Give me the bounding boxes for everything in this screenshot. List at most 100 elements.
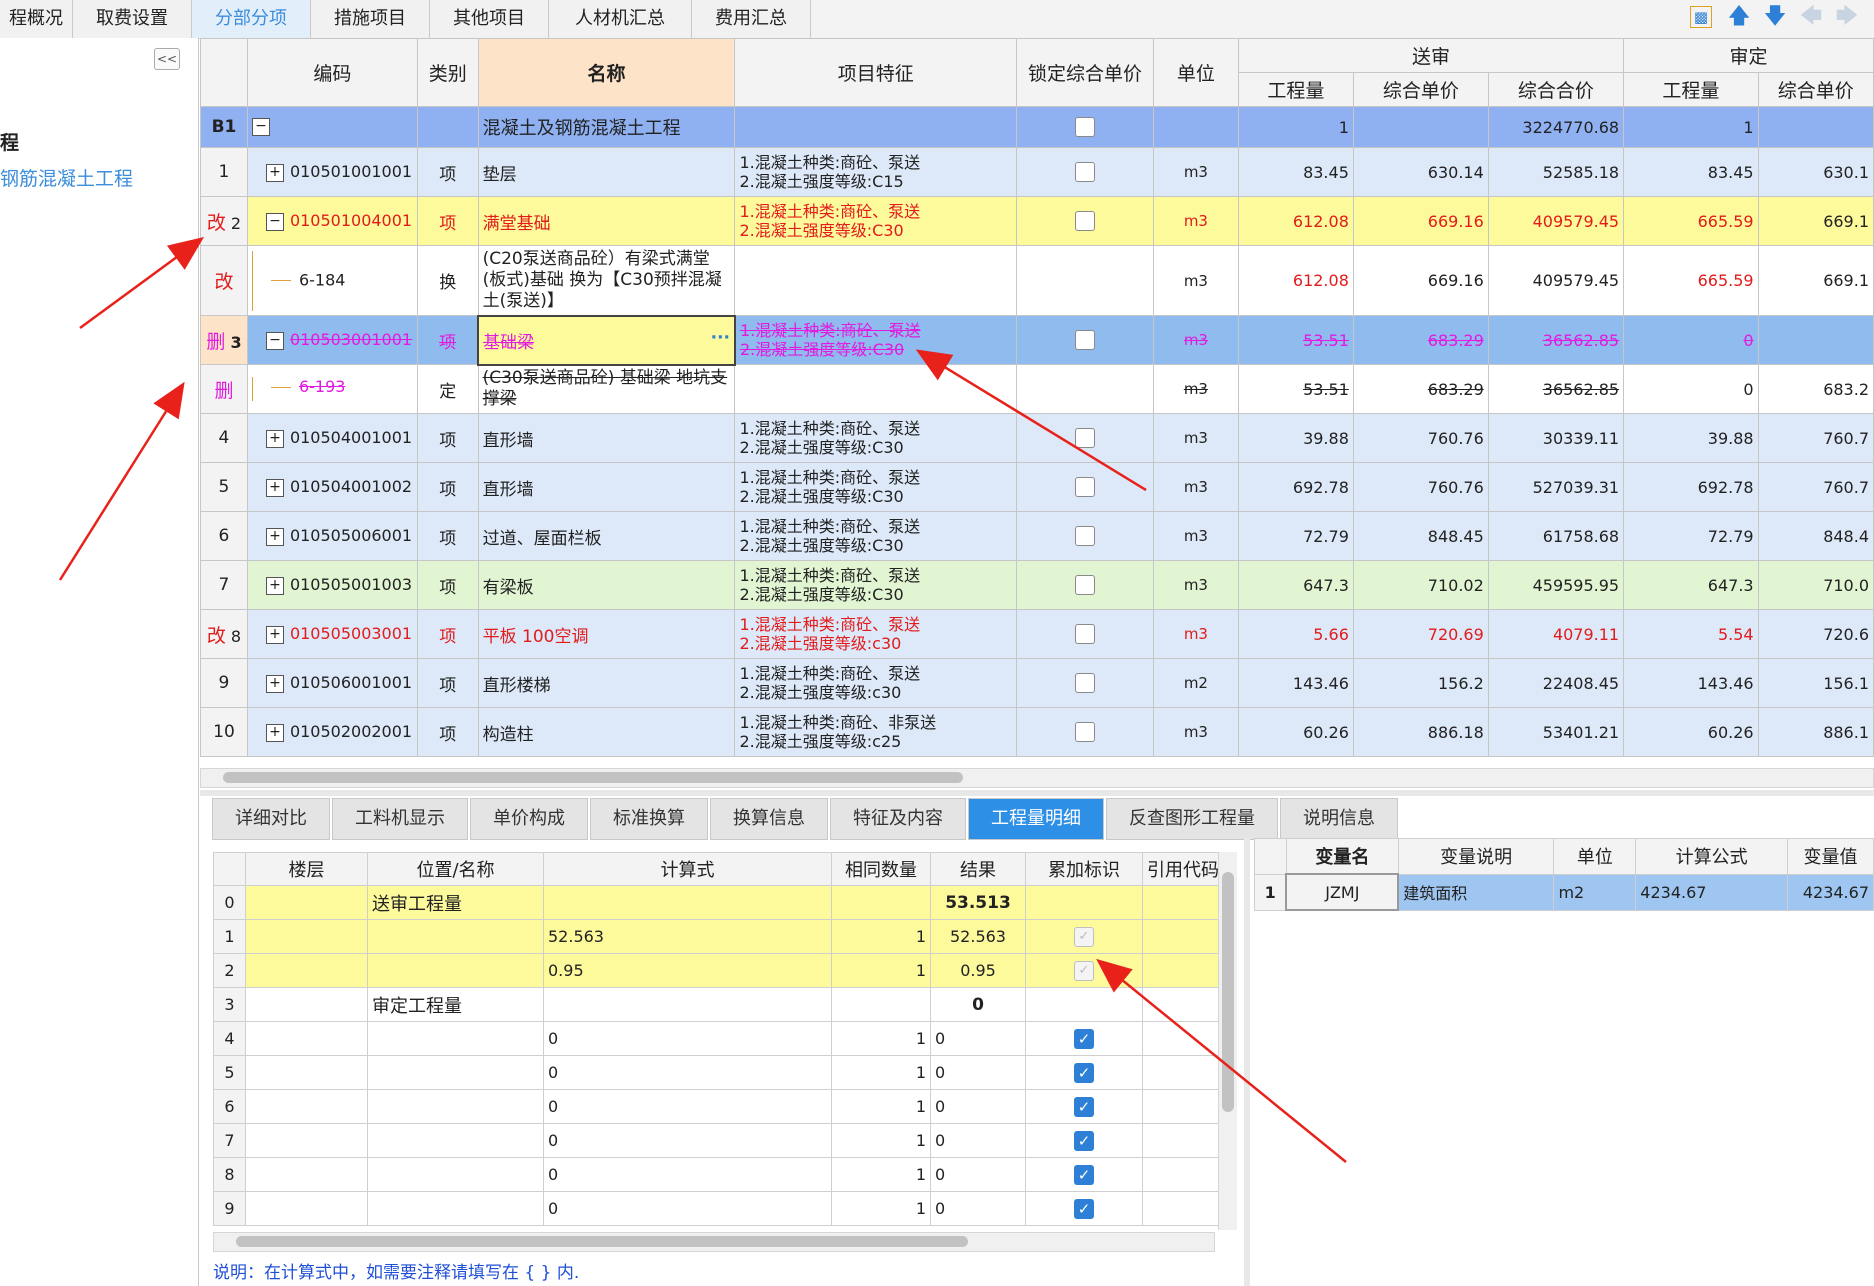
type-cell[interactable]: 项 bbox=[416, 413, 479, 463]
same-count-cell[interactable]: 1 bbox=[831, 1055, 931, 1090]
table-row[interactable]: 9 0 1 0 ✓ bbox=[213, 1191, 1224, 1226]
unit-price-approved-cell[interactable]: 760.7 bbox=[1757, 413, 1874, 463]
accumulate-cell[interactable]: ✓ bbox=[1025, 1055, 1143, 1090]
floor-cell[interactable] bbox=[245, 953, 368, 988]
expand-icon[interactable]: + bbox=[265, 576, 284, 595]
lock-checkbox[interactable] bbox=[1074, 211, 1095, 231]
result-cell[interactable]: 0 bbox=[930, 987, 1026, 1022]
total-cell[interactable]: 4079.11 bbox=[1487, 609, 1625, 659]
qty-cell[interactable]: 53.51 bbox=[1237, 315, 1354, 365]
qty-cell[interactable]: 612.08 bbox=[1237, 196, 1354, 246]
type-cell[interactable]: 项 bbox=[416, 560, 479, 610]
pane-splitter[interactable] bbox=[1244, 838, 1250, 1286]
table-row[interactable]: B1 − 混凝土及钢筋混凝土工程 1 3224770.68 1 bbox=[200, 106, 1874, 148]
arrow-left-icon[interactable]: 🡄 bbox=[1798, 4, 1824, 30]
lock-cell[interactable] bbox=[1016, 315, 1154, 365]
lock-cell[interactable] bbox=[1016, 462, 1154, 512]
table-row[interactable]: 5 0 1 0 ✓ bbox=[213, 1055, 1224, 1090]
lock-checkbox[interactable] bbox=[1074, 526, 1095, 546]
unit-price-cell[interactable]: 710.02 bbox=[1352, 560, 1489, 610]
unit-price-cell[interactable]: 720.69 bbox=[1352, 609, 1489, 659]
qty-cell[interactable]: 72.79 bbox=[1237, 511, 1354, 561]
main-horizontal-scrollbar[interactable] bbox=[200, 768, 1874, 788]
unit-cell[interactable]: m3 bbox=[1152, 462, 1239, 512]
tab-quantity-detail[interactable]: 工程量明细 bbox=[968, 798, 1104, 840]
table-row[interactable]: 删 3 −010503001001 项 基础梁 ··· 1.混凝土种类:商砼、泵送… bbox=[200, 314, 1874, 366]
lock-cell[interactable] bbox=[1016, 560, 1154, 610]
floor-cell[interactable] bbox=[245, 1157, 368, 1192]
name-cell[interactable]: 有梁板 bbox=[477, 560, 736, 610]
unit-price-approved-cell[interactable]: 630.1 bbox=[1757, 147, 1874, 197]
lock-checkbox[interactable] bbox=[1074, 624, 1095, 644]
accumulate-cell[interactable]: ✓ bbox=[1025, 1191, 1143, 1226]
code-cell[interactable]: −010501004001 bbox=[246, 196, 418, 246]
arrow-up-icon[interactable]: 🡅 bbox=[1726, 4, 1752, 30]
unit-price-cell[interactable]: 848.45 bbox=[1352, 511, 1489, 561]
var-name-cell[interactable]: JZMJ bbox=[1285, 873, 1400, 911]
floor-cell[interactable] bbox=[245, 885, 368, 920]
qty-approved-cell[interactable]: 665.59 bbox=[1623, 196, 1759, 246]
table-row[interactable]: 6 +010505006001 项 过道、屋面栏板 1.混凝土种类:商砼、泵送 2… bbox=[200, 511, 1874, 561]
var-value-cell[interactable]: 4234.67 bbox=[1787, 873, 1874, 911]
formula-cell[interactable] bbox=[543, 987, 832, 1022]
accumulate-checkbox[interactable]: ✓ bbox=[1074, 1164, 1094, 1185]
table-row[interactable]: 删 6-193 定 (C30泵送商品砼) 基础梁 地坑支撑梁 m3 53.51 … bbox=[200, 364, 1874, 414]
qty-approved-cell[interactable]: 0 bbox=[1623, 364, 1759, 414]
code-cell[interactable]: −010503001001 bbox=[246, 315, 418, 365]
unit-price-cell[interactable]: 886.18 bbox=[1352, 707, 1489, 757]
expand-icon[interactable]: + bbox=[265, 163, 284, 182]
table-row[interactable]: 7 +010505001003 项 有梁板 1.混凝土种类:商砼、泵送 2.混凝土… bbox=[200, 560, 1874, 610]
name-cell[interactable]: 垫层 bbox=[477, 147, 736, 197]
lock-cell[interactable] bbox=[1016, 245, 1154, 316]
name-cell[interactable]: 直形楼梯 bbox=[477, 658, 736, 708]
tab-conversion-info[interactable]: 换算信息 bbox=[710, 798, 828, 840]
formula-cell[interactable] bbox=[543, 885, 832, 920]
formula-cell[interactable]: 0 bbox=[543, 1157, 832, 1192]
expand-icon[interactable]: + bbox=[265, 625, 284, 644]
same-count-cell[interactable]: 1 bbox=[831, 1191, 931, 1226]
tab-standard-conversion[interactable]: 标准换算 bbox=[590, 798, 708, 840]
arrow-right-icon[interactable]: 🡆 bbox=[1834, 4, 1860, 30]
same-count-cell[interactable] bbox=[831, 885, 931, 920]
table-row[interactable]: 10 +010502002001 项 构造柱 1.混凝土种类:商砼、非泵送 2.混… bbox=[200, 707, 1874, 757]
qty-cell[interactable]: 39.88 bbox=[1237, 413, 1354, 463]
qty-approved-cell[interactable]: 647.3 bbox=[1623, 560, 1759, 610]
collapse-icon[interactable]: − bbox=[265, 212, 284, 231]
qty-approved-cell[interactable]: 0 bbox=[1623, 315, 1759, 365]
unit-cell[interactable]: m3 bbox=[1152, 413, 1239, 463]
floor-cell[interactable] bbox=[245, 1021, 368, 1056]
floor-cell[interactable] bbox=[245, 1089, 368, 1124]
qty-approved-cell[interactable]: 692.78 bbox=[1623, 462, 1759, 512]
name-cell[interactable]: 过道、屋面栏板 bbox=[477, 511, 736, 561]
ref-code-cell[interactable] bbox=[1142, 1157, 1224, 1192]
tab-labor-material-summary[interactable]: 人材机汇总 bbox=[549, 0, 692, 38]
code-cell[interactable]: +010502002001 bbox=[246, 707, 418, 757]
scrollbar-thumb[interactable] bbox=[1222, 872, 1234, 1112]
total-cell[interactable]: 36562.85 bbox=[1487, 364, 1625, 414]
unit-price-approved-cell[interactable] bbox=[1757, 106, 1874, 148]
unit-price-approved-cell[interactable]: 669.1 bbox=[1757, 196, 1874, 246]
unit-price-approved-cell[interactable] bbox=[1757, 315, 1874, 365]
qty-approved-cell[interactable]: 72.79 bbox=[1623, 511, 1759, 561]
qty-approved-cell[interactable]: 143.46 bbox=[1623, 658, 1759, 708]
type-cell[interactable]: 项 bbox=[416, 707, 479, 757]
accumulate-cell[interactable]: ✓ bbox=[1025, 953, 1143, 988]
table-row[interactable]: 改 6-184 换 (C20泵送商品砼）有梁式满堂(板式)基础 换为【C30预拌… bbox=[200, 245, 1874, 316]
unit-price-approved-cell[interactable]: 760.7 bbox=[1757, 462, 1874, 512]
lock-cell[interactable] bbox=[1016, 658, 1154, 708]
accumulate-cell[interactable] bbox=[1025, 885, 1143, 920]
qty-cell[interactable]: 1 bbox=[1237, 106, 1354, 148]
position-cell[interactable]: 审定工程量 bbox=[367, 987, 544, 1022]
floor-cell[interactable] bbox=[245, 1191, 368, 1226]
more-button[interactable]: ··· bbox=[711, 328, 730, 348]
formula-cell[interactable]: 0 bbox=[543, 1191, 832, 1226]
qty-cell[interactable]: 143.46 bbox=[1237, 658, 1354, 708]
table-row[interactable]: 改 2 −010501004001 项 满堂基础 1.混凝土种类:商砼、泵送 2.… bbox=[200, 196, 1874, 246]
feature-cell[interactable] bbox=[734, 245, 1018, 316]
tab-other-items[interactable]: 其他项目 bbox=[430, 0, 549, 38]
ref-code-cell[interactable] bbox=[1142, 1191, 1224, 1226]
result-cell[interactable]: 0 bbox=[930, 1123, 1026, 1158]
chart-icon[interactable]: ▩ bbox=[1690, 6, 1712, 28]
accumulate-cell[interactable]: ✓ bbox=[1025, 1021, 1143, 1056]
floor-cell[interactable] bbox=[245, 1055, 368, 1090]
